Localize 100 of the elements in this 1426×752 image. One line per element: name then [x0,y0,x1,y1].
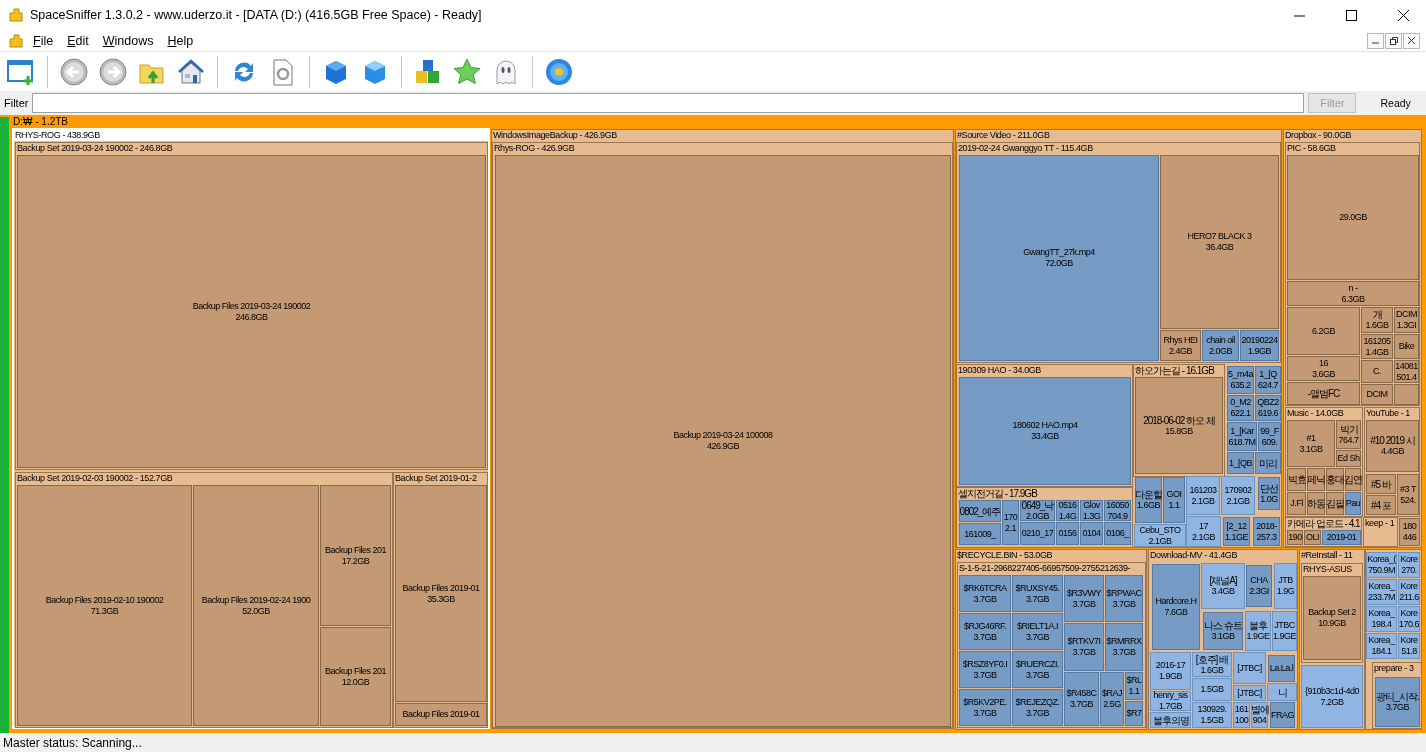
folder-block[interactable]: 2018-06-02 하오 체 15.8GB [1135,377,1223,474]
file-tile[interactable]: 불후의명 [1150,712,1191,728]
file-tile[interactable]: 20190224 1.9GB [1240,330,1279,361]
file-tile[interactable]: $RJG46RF. 3.7GB [959,613,1011,650]
folder-tile[interactable]: #ReInstall - 11 RHYS-ASUS Backup Set 2 10.9GB {910b3c1d-4d0 7.2GB [1299,549,1365,730]
file-tile[interactable]: 0104 [1080,522,1103,545]
file-tile[interactable]: 다운힐 1.6GB [1135,477,1162,523]
file-tile[interactable]: GwangTT_27k.mp4 72.0GB [959,155,1159,361]
file-tile[interactable]: 2016-17 1.9GB [1150,652,1191,690]
menu-item[interactable]: Windows [97,33,159,48]
close-button[interactable] [1403,32,1420,49]
file-tile[interactable]: 0649_낙 2.0GB [1020,500,1055,521]
folder-block[interactable]: 190 [1287,530,1303,545]
folder-block[interactable]: 180 446 [1399,518,1420,546]
file-tile[interactable]: 불후 1.9GE [1245,611,1271,651]
file-tile[interactable]: $RAJ 2.5G [1100,672,1124,726]
file-tile[interactable]: 1.5GB [1192,678,1232,701]
file-tile[interactable]: $RPWAC 3.7GB [1105,575,1143,622]
file-tile[interactable]: Kore 170.6 [1398,606,1420,632]
folder-block[interactable]: DCIM 1.3GI [1394,307,1419,333]
file-tile[interactable]: 별에 904 [1251,702,1268,728]
file-tile[interactable]: CHA 2.3GI [1246,565,1272,607]
file-tile[interactable]: 0156 [1056,522,1079,545]
menu-item[interactable]: Help [162,33,199,48]
file-tile[interactable]: 0106_ [1104,522,1131,545]
file-tile[interactable]: Cebu_STO 2.1GB [1134,524,1186,547]
folder-block[interactable]: Backup Set 2 10.9GB [1303,576,1361,660]
folder-tile[interactable]: YouTube - 1 #10 2019 시 4.4GB #5 바 #4 포 #3 T 524. [1364,407,1420,517]
folder-block[interactable]: Rhys HEI 2.4GB [1160,330,1201,361]
folder-block[interactable]: OLI [1304,530,1321,545]
folder-block[interactable]: #3 T 524. [1397,474,1419,515]
folder-tile[interactable]: RHYS-ASUS Backup Set 2 10.9GB [1301,563,1363,663]
folder-tile[interactable]: Music - 14.0GB #1 3.1GB 빅기 764.7 Ed Sh 빅효페닉홍대김연 J.Fl 하동김필 Pau [1285,407,1363,517]
folder-block[interactable]: 하동 [1307,492,1325,515]
file-tile[interactable]: FRAG [1270,702,1295,728]
folder-tile[interactable]: WindowsImageBackup - 426.9GB Rhys-ROG - 426.9GB Backup 2019-03-24 100008 426.9GB [491,129,954,729]
file-tile[interactable]: Korea_ 198.4 [1366,606,1397,632]
folder-block[interactable]: DCIM [1361,384,1393,405]
folder-block[interactable]: 6.2GB [1287,307,1360,355]
file-tile[interactable]: Kore 211.6 [1398,579,1420,605]
file-tile[interactable]: 130929. 1.5GB [1192,702,1232,728]
menu-item[interactable]: File [28,33,59,48]
file-tile[interactable]: Hardcore.H 7.6GB [1152,564,1200,650]
folder-block[interactable]: 김연 [1345,468,1361,491]
folder-block[interactable]: HERO7 BLACK 3 36.4GB [1160,155,1279,329]
file-tile[interactable]: 0210_17 [1020,522,1055,545]
folder-block[interactable]: 홍대 [1326,468,1344,491]
folder-tile[interactable]: Backup Set 2019-02-03 190002 - 152.7GB Backup Files 2019-02-10 190002 71.3GB Backup Files 2019-02-24 1900 52.0GB Backup Files 201 17.2GB Backup Files 201 12.0GB [15,472,393,728]
folder-tile[interactable]: Korea_( 750.9M Kore 270. Korea_ 233.7M Kore 211.6 Korea_ 198.4 Kore 170.6 Korea_ 184.1 Kore 51.8 prepare - 3 광티_시작. 3.7GB [1365,549,1422,730]
file-tile[interactable]: $RK6TCRA 3.7GB [959,575,1011,612]
folder-tile[interactable] [1148,549,1298,730]
file-tile[interactable]: 광티_시작. 3.7GB [1375,677,1420,727]
folder-block[interactable]: Backup Files 2019-02-24 1900 52.0GB [193,485,319,726]
file-tile[interactable]: 161009_ [959,523,1001,545]
folder-tile[interactable] [1283,129,1422,548]
file-tile[interactable]: 161203 2.1GB [1186,476,1220,515]
file-tile[interactable]: Pau [1345,492,1361,515]
file-tile[interactable]: 1_[Kar 618.7M [1227,422,1257,451]
folder-block[interactable]: 빅기 764.7 [1336,420,1361,449]
folder-block[interactable]: 161205 1.4GB [1361,334,1393,359]
file-tile[interactable]: $RMRRX 3.7GB [1105,623,1143,671]
file-tile[interactable]: $RSZ8YF0.I 3.7GB [959,651,1011,688]
folder-block[interactable]: -앨범FC [1287,382,1360,405]
file-tile[interactable]: 5_m4a 635.2 [1227,366,1254,394]
folder-tile[interactable] [955,129,1282,548]
folder-block[interactable]: Backup Files 2019-01 35.3GB [395,485,487,702]
folder-block[interactable]: Backup Files 201 17.2GB [320,485,391,626]
folder-block[interactable]: J.Fl [1287,492,1306,515]
folder-tile[interactable]: 190309 HAO - 34.0GB 180602 HAO.mp4 33.4GB [956,364,1133,487]
folder-block[interactable]: 29.0GB [1287,155,1419,280]
file-tile[interactable]: Kore 51.8 [1398,633,1420,659]
file-tile[interactable]: $R458C 3.7GB [1064,672,1099,726]
folder-block[interactable]: Backup Files 2019-02-10 190002 71.3GB [17,485,192,726]
file-tile[interactable]: chain oil 2.0GB [1202,330,1239,361]
file-tile[interactable]: [채널A] 3.4GB [1201,563,1245,609]
folder-block[interactable]: #10 2019 시 4.4GB [1366,420,1419,472]
file-tile[interactable]: Korea_( 750.9M [1366,552,1397,578]
file-tile[interactable]: Korea_ 233.7M [1366,579,1397,605]
file-tile[interactable]: $RTKV7I 3.7GB [1064,623,1104,671]
file-tile[interactable]: $RL 1.1 [1125,672,1143,700]
file-tile[interactable]: Korea_ 184.1 [1366,633,1397,659]
file-tile[interactable]: [호주] 배 1.6GB [1192,652,1232,677]
folder-block[interactable]: 페닉 [1307,468,1325,491]
file-tile[interactable]: 99_F 609. [1258,422,1281,451]
folder-block[interactable]: Backup Files 2019-03-24 190002 246.8GB [17,155,486,468]
file-tile[interactable]: 1_[Q 624.7 [1255,366,1281,394]
folder-tile[interactable]: 2019-02-24 Gwanggyo TT - 115.4GB GwangTT_27k.mp4 72.0GB HERO7 BLACK 3 36.4GB Rhys HEI 2.4GB chain oil 2.0GB 20190224 1.9GB [956,142,1281,363]
file-tile[interactable]: 161 100 [1233,702,1250,728]
menu-item[interactable]: Edit [62,33,94,48]
file-tile[interactable]: 니 [1267,683,1297,701]
restore-button[interactable] [1385,32,1402,49]
file-tile[interactable]: 180602 HAO.mp4 33.4GB [959,377,1131,485]
file-tile[interactable]: {910b3c1d-4d0 7.2GB [1301,665,1363,728]
folder-block[interactable]: 16 3.6GB [1287,356,1360,381]
file-tile[interactable]: GOI 1.1 [1163,477,1185,523]
file-tile[interactable]: $RIELT1A.I 3.7GB [1012,613,1063,650]
folder-block[interactable]: C. [1361,360,1393,383]
folder-block[interactable]: Bike [1394,334,1419,359]
filter-field[interactable] [32,93,1305,113]
file-tile[interactable]: $R3VWY 3.7GB [1064,575,1104,622]
